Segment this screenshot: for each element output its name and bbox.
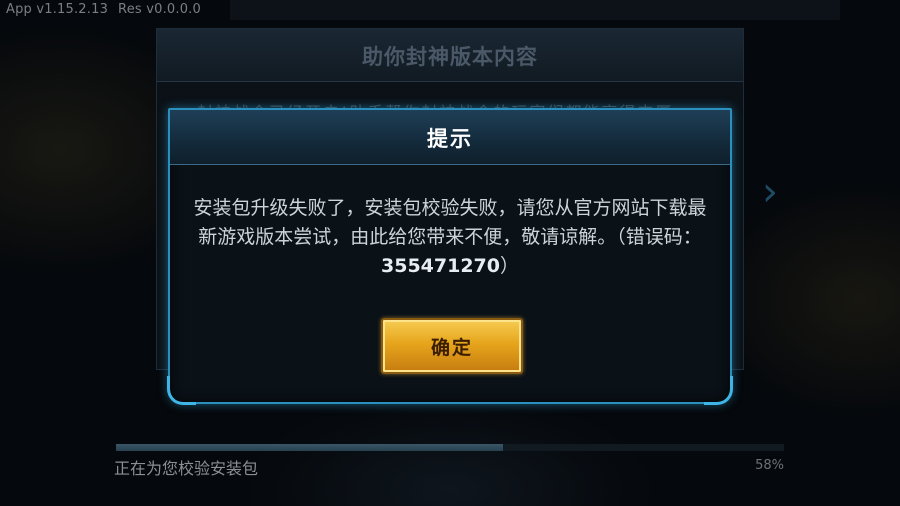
confirm-button[interactable]: 确定 (381, 318, 523, 374)
version-info: App v1.15.2.13 Res v0.0.0.0 (6, 2, 211, 17)
dialog-message: 安装包升级失败了，安装包校验失败，请您从官方网站下载最新游戏版本尝试，由此给您带… (186, 194, 714, 281)
message-text: 安装包升级失败了，安装包校验失败，请您从官方网站下载最新游戏版本尝试，由此给您带… (193, 197, 707, 248)
progress-bar (116, 444, 784, 451)
app-version: App v1.15.2.13 (6, 2, 109, 17)
message-end: ） (499, 255, 519, 277)
progress-percent: 58% (755, 458, 784, 473)
chevron-right-icon: › (762, 169, 778, 215)
status-text: 正在为您校验安装包 (114, 459, 259, 478)
dialog-title: 提示 (427, 127, 473, 151)
progress-fill (116, 444, 504, 451)
error-code: 355471270 (381, 255, 500, 277)
top-strip (230, 0, 840, 20)
background-panel-title: 助你封神版本内容 (362, 45, 538, 69)
corner-ornament-left (167, 376, 196, 405)
alert-dialog: 提示 安装包升级失败了，安装包校验失败，请您从官方网站下载最新游戏版本尝试，由此… (167, 108, 733, 405)
res-version: Res v0.0.0.0 (118, 2, 201, 17)
confirm-button-label: 确定 (430, 336, 473, 359)
